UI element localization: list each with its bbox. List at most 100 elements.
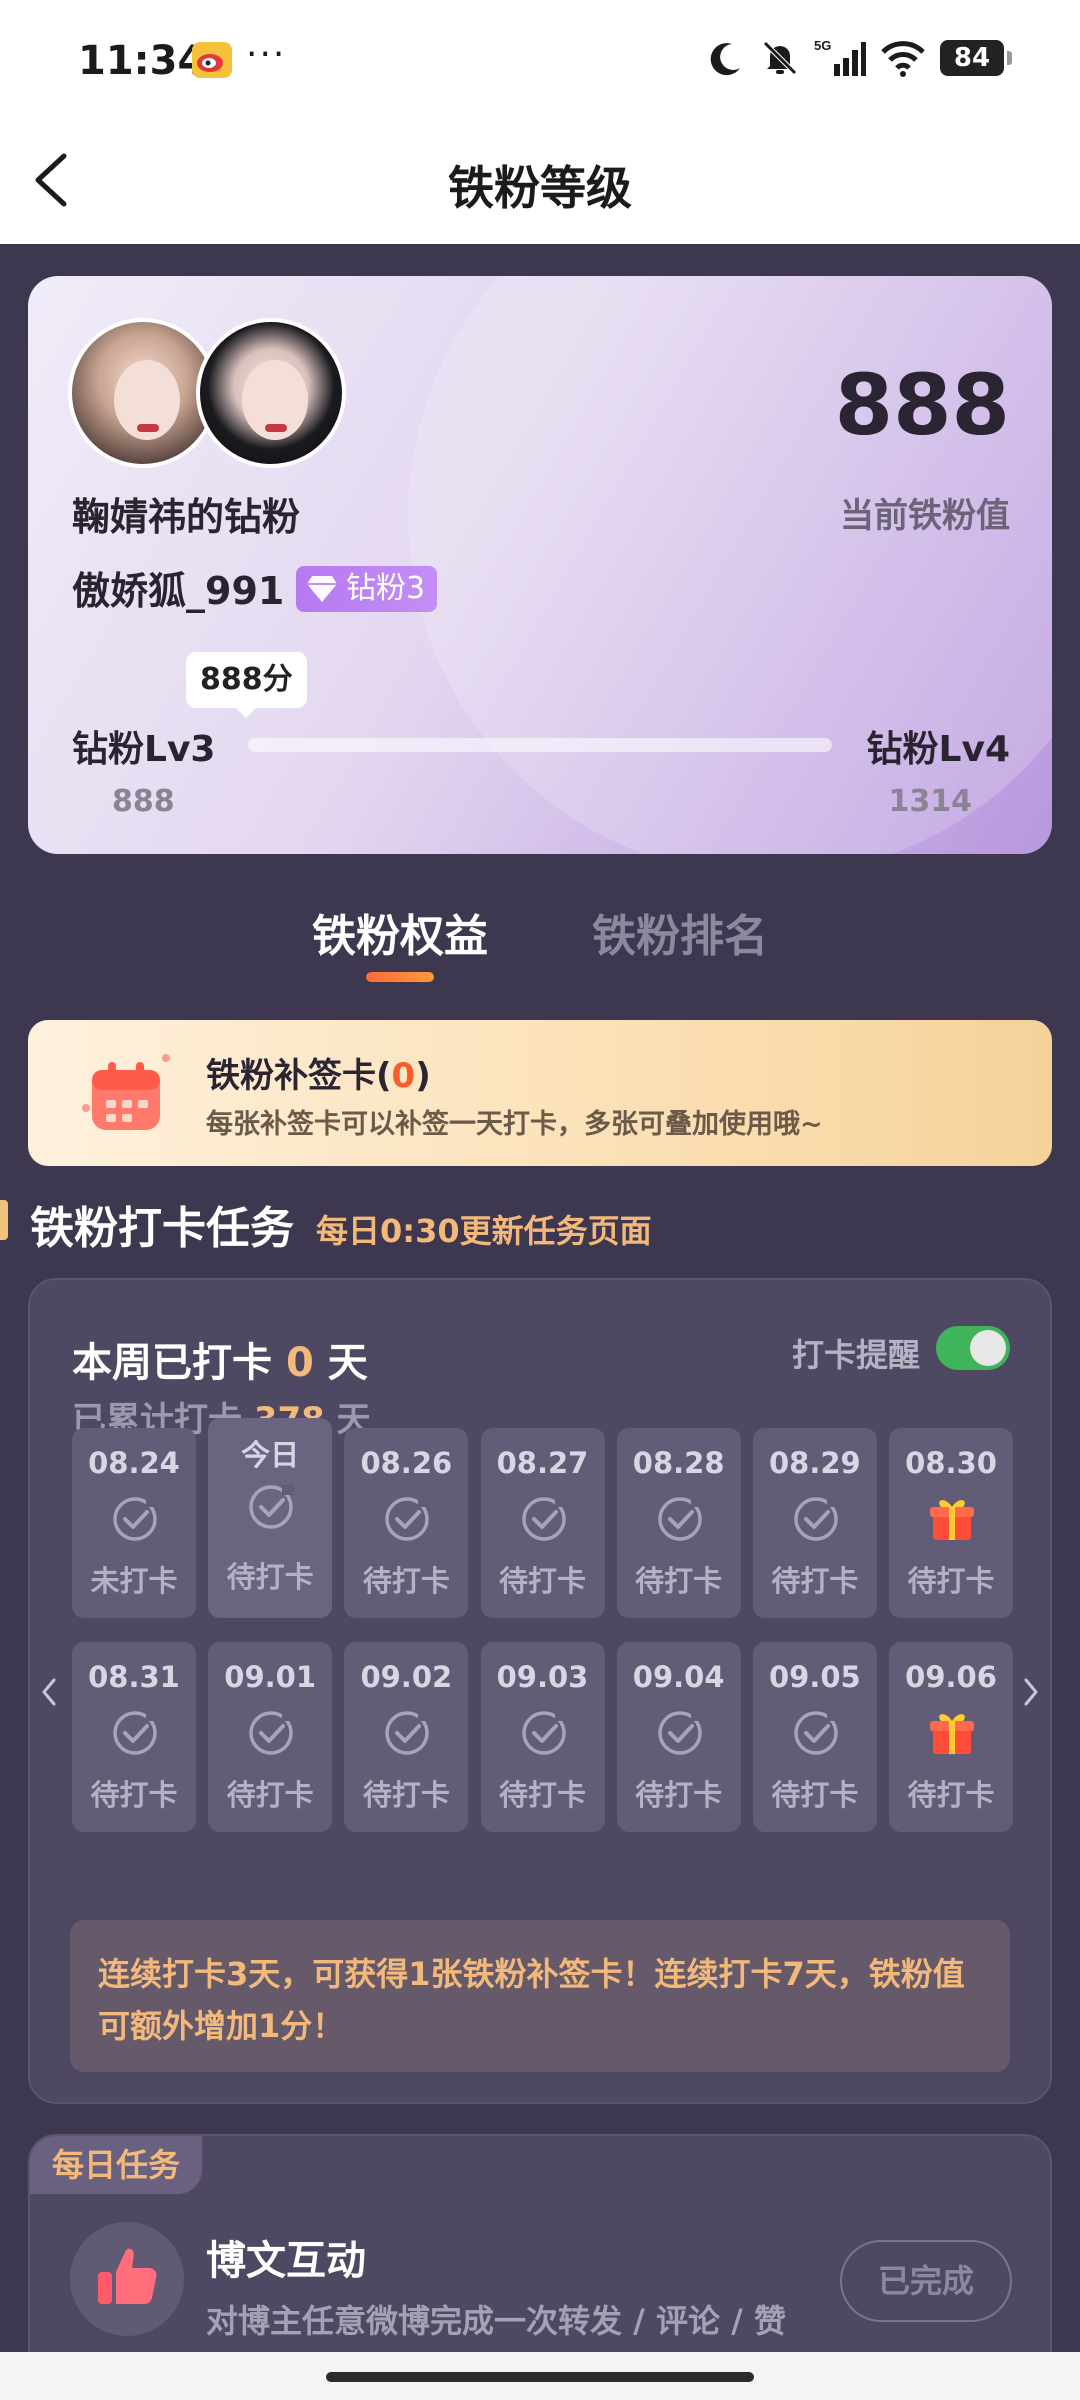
prev-week-arrow-icon[interactable] — [36, 1672, 62, 1712]
day-date: 09.06 — [905, 1660, 997, 1694]
makeup-card-count: 0 — [391, 1056, 416, 1096]
day-status: 未打卡 — [90, 1564, 178, 1598]
day-status: 待打卡 — [907, 1778, 995, 1812]
next-week-arrow-icon[interactable] — [1018, 1672, 1044, 1712]
task-desc: 对博主任意微博完成一次转发 / 评论 / 赞 — [206, 2302, 786, 2340]
day-cell[interactable]: 08.29 待打卡 — [752, 1428, 877, 1618]
day-status: 待打卡 — [771, 1778, 859, 1812]
day-cell[interactable]: 08.30 待打卡 — [889, 1428, 1014, 1618]
battery-indicator: 84 — [940, 40, 1012, 76]
check-circle-icon — [794, 1497, 839, 1541]
top-bar: 11:34 ··· 5G 84 铁粉等级 — [0, 0, 1080, 244]
day-status: 待打卡 — [362, 1778, 450, 1812]
day-cell[interactable]: 08.27 待打卡 — [480, 1428, 605, 1618]
day-cell[interactable]: 09.05 待打卡 — [752, 1642, 877, 1832]
fan-title: 鞠婧祎的钻粉 — [72, 495, 301, 539]
check-circle-icon — [113, 1497, 158, 1541]
day-date: 08.24 — [88, 1446, 180, 1480]
svg-text:5G: 5G — [814, 38, 831, 53]
day-status: 待打卡 — [771, 1564, 859, 1598]
day-date: 今日 — [241, 1438, 300, 1472]
idol-avatar[interactable] — [196, 318, 346, 468]
checkin-section-title: 铁粉打卡任务 — [30, 1203, 294, 1254]
next-level-score: 1314 — [888, 784, 973, 819]
checkin-reward-tip-text: 连续打卡3天，可获得1张铁粉补签卡！连续打卡7天，铁粉值可额外增加1分！ — [98, 1955, 965, 2045]
next-level-label: 钻粉Lv4 — [866, 729, 1010, 770]
checkin-section-subtitle: 每日0:30更新任务页面 — [316, 1212, 652, 1250]
day-cell[interactable]: 08.28 待打卡 — [616, 1428, 741, 1618]
day-cell[interactable]: 09.03 待打卡 — [480, 1642, 605, 1832]
fan-value-label: 当前铁粉值 — [840, 496, 1010, 536]
check-circle-icon — [249, 1711, 295, 1755]
check-circle-icon — [385, 1497, 431, 1541]
day-cell[interactable]: 今日 待打卡 — [208, 1418, 333, 1618]
tab-ranking[interactable]: 铁粉排名 — [592, 900, 768, 964]
day-cell[interactable]: 08.26 待打卡 — [344, 1428, 469, 1618]
check-circle-icon — [385, 1711, 431, 1755]
makeup-card-title: 铁粉补签卡(0) — [206, 1056, 431, 1096]
day-date: 08.29 — [768, 1446, 861, 1480]
check-circle-icon — [657, 1497, 703, 1541]
mute-bell-icon — [763, 41, 797, 75]
checkin-panel: 本周已打卡 0 天 已累计打卡 378 天 打卡提醒 连续打卡3天，可获得1张铁… — [28, 1278, 1052, 2104]
active-tab-indicator — [366, 972, 434, 982]
day-status: 待打卡 — [362, 1564, 450, 1598]
day-cell[interactable]: 08.24 未打卡 — [72, 1428, 196, 1618]
thumbs-up-icon — [98, 2248, 157, 2304]
day-date: 08.26 — [360, 1446, 453, 1480]
tab-benefits[interactable]: 铁粉权益 — [312, 900, 488, 964]
check-circle-icon — [521, 1711, 567, 1755]
gift-icon — [930, 1500, 975, 1540]
day-cell[interactable]: 09.06 待打卡 — [889, 1642, 1014, 1832]
day-date: 08.28 — [632, 1446, 725, 1480]
diamond-icon — [307, 576, 337, 602]
page-title: 铁粉等级 — [448, 161, 632, 215]
day-status: 待打卡 — [498, 1778, 586, 1812]
user-name: 傲娇狐_991 — [72, 569, 285, 613]
day-status: 待打卡 — [226, 1778, 314, 1812]
week-checkin-count: 本周已打卡 0 天 — [72, 1340, 368, 1386]
day-cell[interactable]: 09.04 待打卡 — [616, 1642, 741, 1832]
check-circle-icon — [249, 1485, 295, 1529]
check-circle-icon — [521, 1497, 567, 1541]
makeup-card-desc: 每张补签卡可以补签一天打卡，多张可叠加使用哦~ — [206, 1109, 823, 1140]
day-date: 09.01 — [224, 1660, 317, 1694]
day-cell[interactable]: 08.31 待打卡 — [72, 1642, 196, 1832]
day-status: 待打卡 — [90, 1778, 178, 1812]
day-status: 待打卡 — [907, 1564, 995, 1598]
checkin-reminder-toggle[interactable] — [936, 1326, 1010, 1370]
makeup-card-banner[interactable]: 铁粉补签卡(0) 每张补签卡可以补签一天打卡，多张可叠加使用哦~ — [28, 1020, 1052, 1166]
day-status: 待打卡 — [226, 1560, 314, 1594]
check-circle-icon — [794, 1711, 839, 1755]
weibo-icon — [192, 42, 232, 78]
day-status: 待打卡 — [635, 1778, 723, 1812]
status-more-icon: ··· — [246, 34, 287, 75]
current-level-label: 钻粉Lv3 — [72, 729, 216, 770]
level-badge-label: 钻粉3 — [346, 571, 426, 606]
wifi-icon — [881, 41, 925, 77]
day-date: 09.05 — [768, 1660, 861, 1694]
status-icons: 5G 84 — [706, 38, 1012, 78]
day-cell[interactable]: 09.01 待打卡 — [208, 1642, 333, 1832]
day-date: 09.02 — [360, 1660, 453, 1694]
task-status-button[interactable]: 已完成 — [840, 2240, 1012, 2322]
calendar-icon — [82, 1054, 170, 1130]
check-circle-icon — [657, 1711, 703, 1755]
check-circle-icon — [113, 1711, 158, 1755]
fan-value: 888 — [834, 356, 1010, 454]
fan-level-card: 鞠婧祎的钻粉 傲娇狐_991 钻粉3 888 当前铁粉值 888分 钻粉Lv3 … — [28, 276, 1052, 854]
home-indicator[interactable] — [326, 2372, 754, 2382]
day-date: 09.03 — [496, 1660, 589, 1694]
status-time: 11:34 — [78, 38, 206, 84]
checkin-reward-tip: 连续打卡3天，可获得1张铁粉补签卡！连续打卡7天，铁粉值可额外增加1分！ — [70, 1920, 1010, 2072]
day-date: 08.27 — [496, 1446, 589, 1480]
score-tooltip: 888分 — [186, 652, 307, 718]
gift-icon — [930, 1714, 975, 1754]
day-date: 08.31 — [88, 1660, 180, 1694]
day-cell[interactable]: 09.02 待打卡 — [344, 1642, 469, 1832]
section-marker — [0, 1200, 8, 1240]
task-icon-wrap — [70, 2222, 184, 2336]
level-badge: 钻粉3 — [296, 566, 438, 612]
level-progress-bar — [248, 738, 832, 752]
day-status: 待打卡 — [498, 1564, 586, 1598]
